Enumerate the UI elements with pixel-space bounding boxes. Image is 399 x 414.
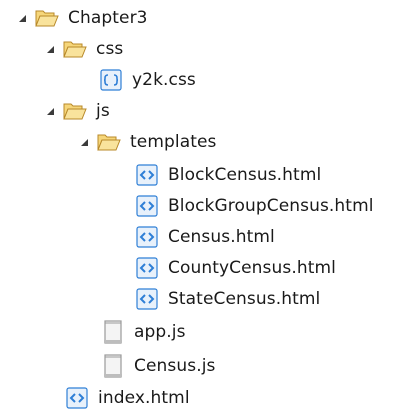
html-file-icon [134, 194, 160, 218]
tree-node-label: StateCensus.html [168, 288, 321, 309]
tree-node-blockgroupcensus-html[interactable]: BlockGroupCensus.html [134, 190, 374, 221]
folder-open-icon [96, 130, 122, 154]
tree-node-label: Census.js [134, 355, 216, 376]
folder-open-icon [62, 99, 88, 123]
folder-open-icon [34, 6, 60, 30]
tree-node-label: app.js [134, 321, 186, 342]
tree-node-blockcensus-html[interactable]: BlockCensus.html [134, 159, 321, 190]
js-file-icon [100, 353, 126, 378]
tree-node-label: BlockGroupCensus.html [168, 195, 374, 216]
tree-node-label: index.html [98, 387, 190, 408]
html-file-icon [64, 386, 90, 410]
js-file-icon [100, 319, 126, 344]
expand-arrow-icon[interactable] [44, 43, 56, 55]
tree-node-css-folder[interactable]: css [44, 33, 123, 64]
tree-node-js-folder[interactable]: js [44, 95, 110, 126]
tree-node-label: templates [130, 131, 217, 152]
tree-node-label: js [96, 100, 110, 121]
tree-node-countycensus-html[interactable]: CountyCensus.html [134, 252, 336, 283]
tree-node-label: y2k.css [132, 69, 196, 90]
tree-node-label: css [96, 38, 124, 59]
tree-node-y2k-css[interactable]: y2k.css [98, 64, 196, 95]
tree-node-chapter3[interactable]: Chapter3 [16, 2, 148, 33]
tree-node-label: BlockCensus.html [168, 164, 322, 185]
html-file-icon [134, 256, 160, 280]
expand-arrow-icon[interactable] [44, 105, 56, 117]
tree-node-templates-folder[interactable]: templates [78, 126, 217, 157]
project-explorer-tree: Chapter3 css y2k.css js templates BlockC… [0, 0, 399, 414]
tree-node-app-js[interactable]: app.js [100, 316, 186, 347]
html-file-icon [134, 225, 160, 249]
tree-node-label: Census.html [168, 226, 275, 247]
css-file-icon [98, 68, 124, 92]
folder-open-icon [62, 37, 88, 61]
expand-arrow-icon[interactable] [78, 136, 90, 148]
tree-node-statecensus-html[interactable]: StateCensus.html [134, 283, 320, 314]
tree-node-census-js[interactable]: Census.js [100, 350, 215, 381]
tree-node-label: Chapter3 [68, 7, 148, 28]
tree-node-index-html[interactable]: index.html [64, 382, 190, 413]
expand-arrow-icon[interactable] [16, 12, 28, 24]
html-file-icon [134, 163, 160, 187]
html-file-icon [134, 287, 160, 311]
tree-node-label: CountyCensus.html [168, 257, 336, 278]
tree-node-census-html[interactable]: Census.html [134, 221, 275, 252]
